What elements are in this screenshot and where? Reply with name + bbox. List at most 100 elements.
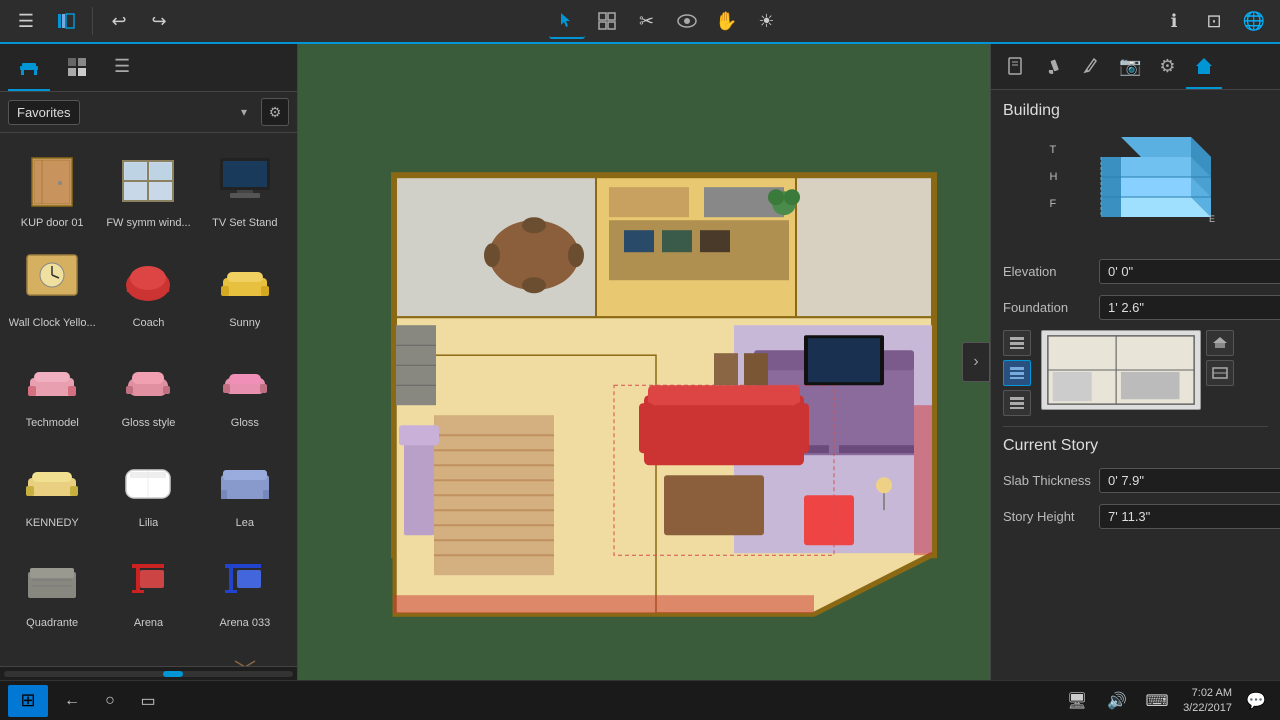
slab-thickness-row: Slab Thickness − +	[1003, 467, 1268, 493]
taskbar: ⊞ ← ○ ▭ 🖥 🔊 ⌨ 7:02 AM 3/22/2017 💬	[0, 680, 1280, 720]
category-dropdown[interactable]: FavoritesAllRecent	[8, 100, 80, 125]
settings-tab[interactable]: ⚙	[1151, 50, 1183, 89]
floorplan-thumbnail-wrap	[1041, 330, 1268, 386]
tv-stand-label: TV Set Stand	[212, 217, 277, 229]
list-item[interactable]: Wall Clock Yello...	[4, 237, 100, 337]
story-up-btn[interactable]	[1003, 330, 1031, 356]
undo-icon[interactable]: ↩	[101, 3, 137, 39]
cut-icon[interactable]: ✂	[629, 3, 665, 39]
list-item[interactable]: Arena	[100, 537, 196, 637]
canvas-area[interactable]: ›	[298, 44, 990, 680]
left-panel-tabs: ☰	[0, 44, 297, 92]
list-item[interactable]: Lilia	[100, 437, 196, 537]
hand-icon[interactable]: ✋	[709, 3, 745, 39]
list-item[interactable]: Gloss	[197, 337, 293, 437]
redo-icon[interactable]: ↪	[141, 3, 177, 39]
story-height-input[interactable]	[1099, 504, 1280, 529]
taskbar-windows-icon[interactable]: ▭	[130, 685, 166, 717]
taskbar-back-icon[interactable]: ←	[54, 685, 90, 717]
list-item[interactable]: Quadrante	[4, 537, 100, 637]
building-tab[interactable]	[1186, 50, 1222, 89]
list-item[interactable]: KUP door 01	[4, 137, 100, 237]
sun-settings-icon[interactable]: ☀	[749, 3, 785, 39]
story-mid-btn[interactable]	[1003, 360, 1031, 386]
settings-button[interactable]: ⚙	[261, 98, 289, 126]
scrollbar-track[interactable]	[4, 671, 293, 677]
list-item[interactable]: Lea	[197, 437, 293, 537]
taskbar-clock: 7:02 AM 3/22/2017	[1183, 686, 1232, 715]
item-17-thumb	[108, 645, 188, 666]
right-panel: 📷 ⚙ Building T H F	[990, 44, 1280, 680]
canvas-expand-arrow[interactable]: ›	[962, 342, 990, 382]
taskbar-home-icon[interactable]: ○	[92, 685, 128, 717]
info-icon[interactable]: ℹ	[1156, 3, 1192, 39]
materials-tab[interactable]	[56, 50, 98, 91]
list-tab[interactable]: ☰	[104, 50, 140, 91]
action-center-icon[interactable]: 🖥	[1059, 685, 1095, 717]
group-icon[interactable]	[589, 3, 625, 39]
items-grid: KUP door 01 FW symm wind... TV Set Stand	[0, 133, 297, 666]
notification-icon[interactable]: 💬	[1240, 685, 1272, 717]
left-panel: ☰ FavoritesAllRecent ⚙ KUP door 01 FW sy…	[0, 44, 298, 680]
scrollbar-thumb[interactable]	[163, 671, 183, 677]
top-toolbar: ☰ ↩ ↪ ✂ ✋ ☀ ℹ ⊡ 🌐	[0, 0, 1280, 44]
floor-view-btn[interactable]	[1206, 360, 1234, 386]
svg-text:E: E	[1209, 214, 1215, 224]
brush-tab[interactable]	[1035, 50, 1071, 89]
floorplan-svg	[314, 55, 974, 645]
left-panel-scrollbar[interactable]	[0, 666, 297, 680]
list-item[interactable]	[100, 637, 196, 666]
share-icon[interactable]: 🌐	[1236, 3, 1272, 39]
kennedy-label: KENNEDY	[26, 517, 79, 529]
list-item[interactable]: Coach	[100, 237, 196, 337]
list-item[interactable]: TV Set Stand	[197, 137, 293, 237]
story-down-btn[interactable]	[1003, 390, 1031, 416]
select-icon[interactable]	[549, 3, 585, 39]
list-item[interactable]	[197, 637, 293, 666]
lea-thumb	[205, 445, 285, 515]
foundation-input[interactable]	[1099, 295, 1280, 320]
techmodel-label: Techmodel	[26, 417, 79, 429]
label-T: T	[1050, 144, 1058, 156]
list-item[interactable]: Arena 033	[197, 537, 293, 637]
list-item[interactable]: FW symm wind...	[100, 137, 196, 237]
coach-thumb	[108, 245, 188, 315]
foundation-row: Foundation − +	[1003, 294, 1268, 320]
volume-icon[interactable]: 🔊	[1099, 685, 1135, 717]
list-item[interactable]: Sunny	[197, 237, 293, 337]
furniture-tab[interactable]	[8, 50, 50, 91]
current-story-title: Current Story	[1003, 437, 1268, 455]
main-area: ☰ FavoritesAllRecent ⚙ KUP door 01 FW sy…	[0, 44, 1280, 680]
fw-window-label: FW symm wind...	[106, 217, 190, 229]
start-button[interactable]: ⊞	[8, 685, 48, 717]
camera-tab[interactable]: 📷	[1111, 50, 1149, 89]
clock-time: 7:02 AM	[1183, 686, 1232, 700]
export-icon[interactable]: ⊡	[1196, 3, 1232, 39]
sunny-thumb	[205, 245, 285, 315]
eye-icon[interactable]	[669, 3, 705, 39]
object-tab[interactable]	[997, 50, 1033, 89]
floorplan-thumbnail-svg	[1041, 330, 1201, 410]
keyboard-icon[interactable]: ⌨	[1139, 685, 1175, 717]
sunny-label: Sunny	[229, 317, 260, 329]
list-item[interactable]	[4, 637, 100, 666]
menu-icon[interactable]: ☰	[8, 3, 44, 39]
gloss-style-label: Gloss style	[122, 417, 176, 429]
story-height-label: Story Height	[1003, 509, 1093, 524]
slab-thickness-input[interactable]	[1099, 468, 1280, 493]
arena-033-label: Arena 033	[219, 617, 270, 629]
list-item[interactable]: Gloss style	[100, 337, 196, 437]
lea-label: Lea	[236, 517, 254, 529]
pencil-tab[interactable]	[1073, 50, 1109, 89]
roof-view-btn[interactable]	[1206, 330, 1234, 356]
library-icon[interactable]	[48, 3, 84, 39]
elevation-input[interactable]	[1099, 259, 1280, 284]
arena-thumb	[108, 545, 188, 615]
right-panel-content: Building T H F	[991, 90, 1280, 680]
slab-thickness-label: Slab Thickness	[1003, 473, 1093, 488]
list-item[interactable]: Techmodel	[4, 337, 100, 437]
elevation-row: Elevation − +	[1003, 258, 1268, 284]
gloss-style-thumb	[108, 345, 188, 415]
list-item[interactable]: KENNEDY	[4, 437, 100, 537]
fw-window-thumb	[108, 145, 188, 215]
